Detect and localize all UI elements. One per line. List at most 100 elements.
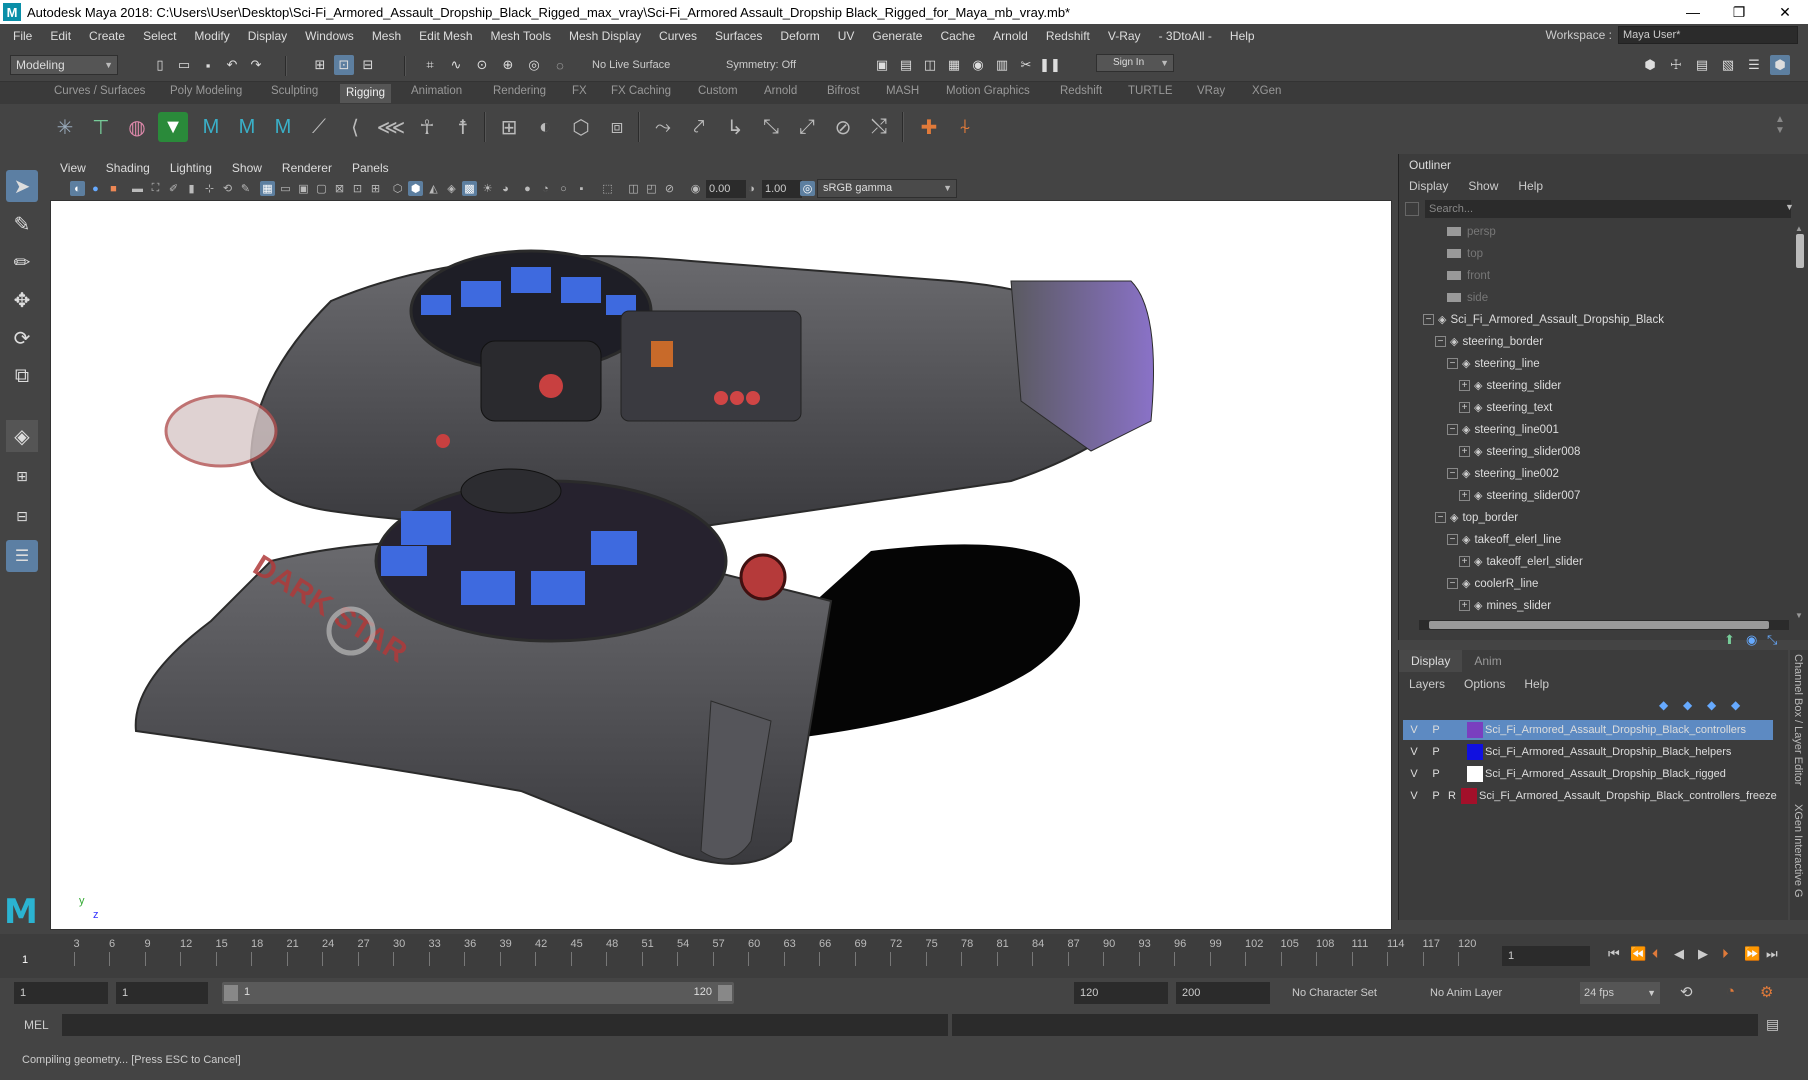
gamma-field[interactable]: 1.00 [762, 180, 802, 198]
paint-weights-icon[interactable]: ▼ [158, 112, 188, 142]
render-view-icon[interactable]: ▥ [992, 55, 1012, 75]
play-backwards-icon[interactable]: ◀ [1674, 946, 1684, 962]
anim-layer-dropdown[interactable]: No Anim Layer [1430, 982, 1554, 1004]
anim-prefs-icon[interactable]: ⚙ [1760, 983, 1773, 1001]
chevron-down-icon[interactable]: ▼ [1785, 202, 1794, 212]
outliner-persp-icon[interactable]: ☰ [6, 540, 38, 572]
mode-dropdown[interactable]: Modeling ▼ [10, 55, 118, 75]
command-input[interactable] [62, 1014, 948, 1036]
side-tab-channel-box[interactable]: Channel Box / Layer Editor [1792, 654, 1804, 785]
rotate-tool-icon[interactable]: ⟳ [6, 322, 38, 354]
menu-arnold[interactable]: Arnold [984, 29, 1037, 43]
skeleton-icon[interactable]: ☨ [448, 112, 478, 142]
outliner-row[interactable]: − ◈ steering_line [1447, 354, 1540, 374]
viewport-menu-shading[interactable]: Shading [96, 161, 160, 175]
play-forwards-icon[interactable]: ▶ [1698, 946, 1708, 962]
layer-edit-icon[interactable]: ⤡ [1767, 632, 1777, 648]
outliner-row[interactable]: + ◈ takeoff_elerl_slider [1459, 552, 1583, 572]
vray-render-icon[interactable]: ✂ [1016, 55, 1036, 75]
outliner-vertical-scrollbar[interactable]: ▲ ▼ [1795, 224, 1805, 620]
wireframe-icon[interactable]: ⬡ [390, 181, 405, 196]
film-gate-icon[interactable]: ⟲ [220, 181, 235, 196]
menu-surfaces[interactable]: Surfaces [706, 29, 771, 43]
menu-mesh-tools[interactable]: Mesh Tools [482, 29, 560, 43]
gamma-icon[interactable]: ◑ [744, 181, 759, 196]
shelf-scroll-icon[interactable]: ▲ ▼ [1772, 110, 1788, 140]
move-tool-icon[interactable]: ✥ [6, 284, 38, 316]
lattice-icon[interactable]: ⊞ [494, 112, 524, 142]
select-tool-icon[interactable]: ➤ [6, 170, 38, 202]
outliner-menu-show[interactable]: Show [1458, 179, 1508, 193]
xray-icon[interactable]: ⬚ [600, 181, 615, 196]
isolate-select-icon[interactable]: ▪ [574, 181, 589, 196]
scroll-down-icon[interactable]: ▼ [1795, 611, 1803, 620]
close-button[interactable]: ✕ [1762, 0, 1808, 24]
shadows-icon[interactable]: ☀ [480, 181, 495, 196]
attribute-editor-icon[interactable]: ▤ [1692, 55, 1712, 75]
menu-display[interactable]: Display [239, 29, 296, 43]
collapse-icon[interactable]: − [1423, 314, 1434, 326]
hik-icon-1[interactable]: M [196, 112, 226, 142]
layer-menu-help[interactable]: Help [1514, 674, 1558, 694]
depth-of-field-icon[interactable]: ○ [556, 181, 571, 196]
shelf-tab-arnold[interactable]: Arnold [764, 85, 797, 97]
expand-icon[interactable]: + [1459, 600, 1470, 612]
wrap-deformer-icon[interactable]: ⧈ [602, 112, 632, 142]
menu-deform[interactable]: Deform [771, 29, 828, 43]
range-start-handle[interactable] [224, 985, 238, 1001]
menu-help[interactable]: Help [1221, 29, 1264, 43]
menu-curves[interactable]: Curves [650, 29, 706, 43]
snap-surface-icon[interactable]: ◎ [524, 55, 544, 75]
layer-menu-layers[interactable]: Layers [1399, 674, 1454, 694]
outliner-row[interactable]: − ◈ top_border [1435, 508, 1518, 528]
outliner-row[interactable]: + ◈ steering_text [1459, 398, 1552, 418]
outliner-row[interactable]: + ◈ steering_slider007 [1459, 486, 1580, 506]
outliner-row[interactable]: − ◈ steering_line001 [1447, 420, 1559, 440]
shelf-tab-rigging[interactable]: Rigging [340, 84, 391, 103]
auto-key-icon[interactable]: ◔ [1726, 983, 1735, 1000]
outliner-row[interactable]: − ◈ coolerR_line [1447, 574, 1538, 594]
loop-icon[interactable]: ⟲ [1680, 983, 1693, 1001]
collapse-icon[interactable]: − [1435, 512, 1446, 524]
outliner-row[interactable]: − ◈ Sci_Fi_Armored_Assault_Dropship_Black [1423, 310, 1664, 330]
locator-icon[interactable]: ✚ [914, 112, 944, 142]
playback-toggle[interactable]: P [1427, 721, 1445, 739]
collapse-icon[interactable]: − [1447, 468, 1458, 480]
field-chart-icon[interactable]: ✎ [238, 181, 253, 196]
move-layer-down-icon[interactable]: ◆ [1683, 698, 1692, 712]
live-surface-field[interactable]: No Live Surface [588, 55, 670, 75]
scale-tool-icon[interactable]: ⧉ [6, 360, 38, 392]
motion-path-icon[interactable]: ⤭ [864, 112, 894, 142]
aim-constraint-icon[interactable]: ⤢ [792, 112, 822, 142]
step-forward-frame-icon[interactable]: ⏵ [1722, 946, 1729, 962]
expand-icon[interactable]: + [1459, 490, 1470, 502]
snap-live-icon[interactable]: ◌ [550, 55, 570, 75]
xray-joints-icon[interactable]: ◫ [626, 181, 641, 196]
menu-redshift[interactable]: Redshift [1037, 29, 1099, 43]
layer-menu-options[interactable]: Options [1454, 674, 1514, 694]
render-frame-icon[interactable]: ▣ [872, 55, 892, 75]
save-scene-icon[interactable]: ▪ [198, 55, 218, 75]
pole-vector-icon[interactable]: ⊘ [828, 112, 858, 142]
layer-tools-icon[interactable]: ⬆ [1724, 632, 1735, 648]
scroll-up-icon[interactable]: ▲ [1795, 224, 1803, 233]
outliner-camera-row[interactable]: side [1447, 288, 1488, 308]
symmetry-dropdown[interactable]: Symmetry: Off [722, 55, 796, 75]
restore-button[interactable]: ❐ [1716, 0, 1762, 24]
shelf-tab-sculpting[interactable]: Sculpting [271, 85, 318, 97]
collapse-icon[interactable]: − [1435, 336, 1446, 348]
step-forward-key-icon[interactable]: ⏩ [1744, 946, 1760, 962]
ipr-render-icon[interactable]: ◫ [920, 55, 940, 75]
collapse-icon[interactable]: − [1447, 424, 1458, 436]
go-to-end-icon[interactable]: ⏭ [1766, 946, 1778, 962]
menu-uv[interactable]: UV [829, 29, 864, 43]
visibility-toggle[interactable]: V [1405, 765, 1423, 783]
shelf-tab-fx-caching[interactable]: FX Caching [611, 85, 671, 97]
lasso-tool-icon[interactable]: ✎ [6, 208, 38, 240]
colorspace-dropdown[interactable]: sRGB gamma ▼ [817, 179, 957, 198]
shelf-tab-xgen[interactable]: XGen [1252, 85, 1281, 97]
scale-constraint-icon[interactable]: ⤡ [756, 112, 786, 142]
viewport-menu-show[interactable]: Show [222, 161, 272, 175]
layer-row[interactable]: V P Sci_Fi_Armored_Assault_Dropship_Black_… [1403, 764, 1773, 784]
orient-constraint-icon[interactable]: ↳ [720, 112, 750, 142]
